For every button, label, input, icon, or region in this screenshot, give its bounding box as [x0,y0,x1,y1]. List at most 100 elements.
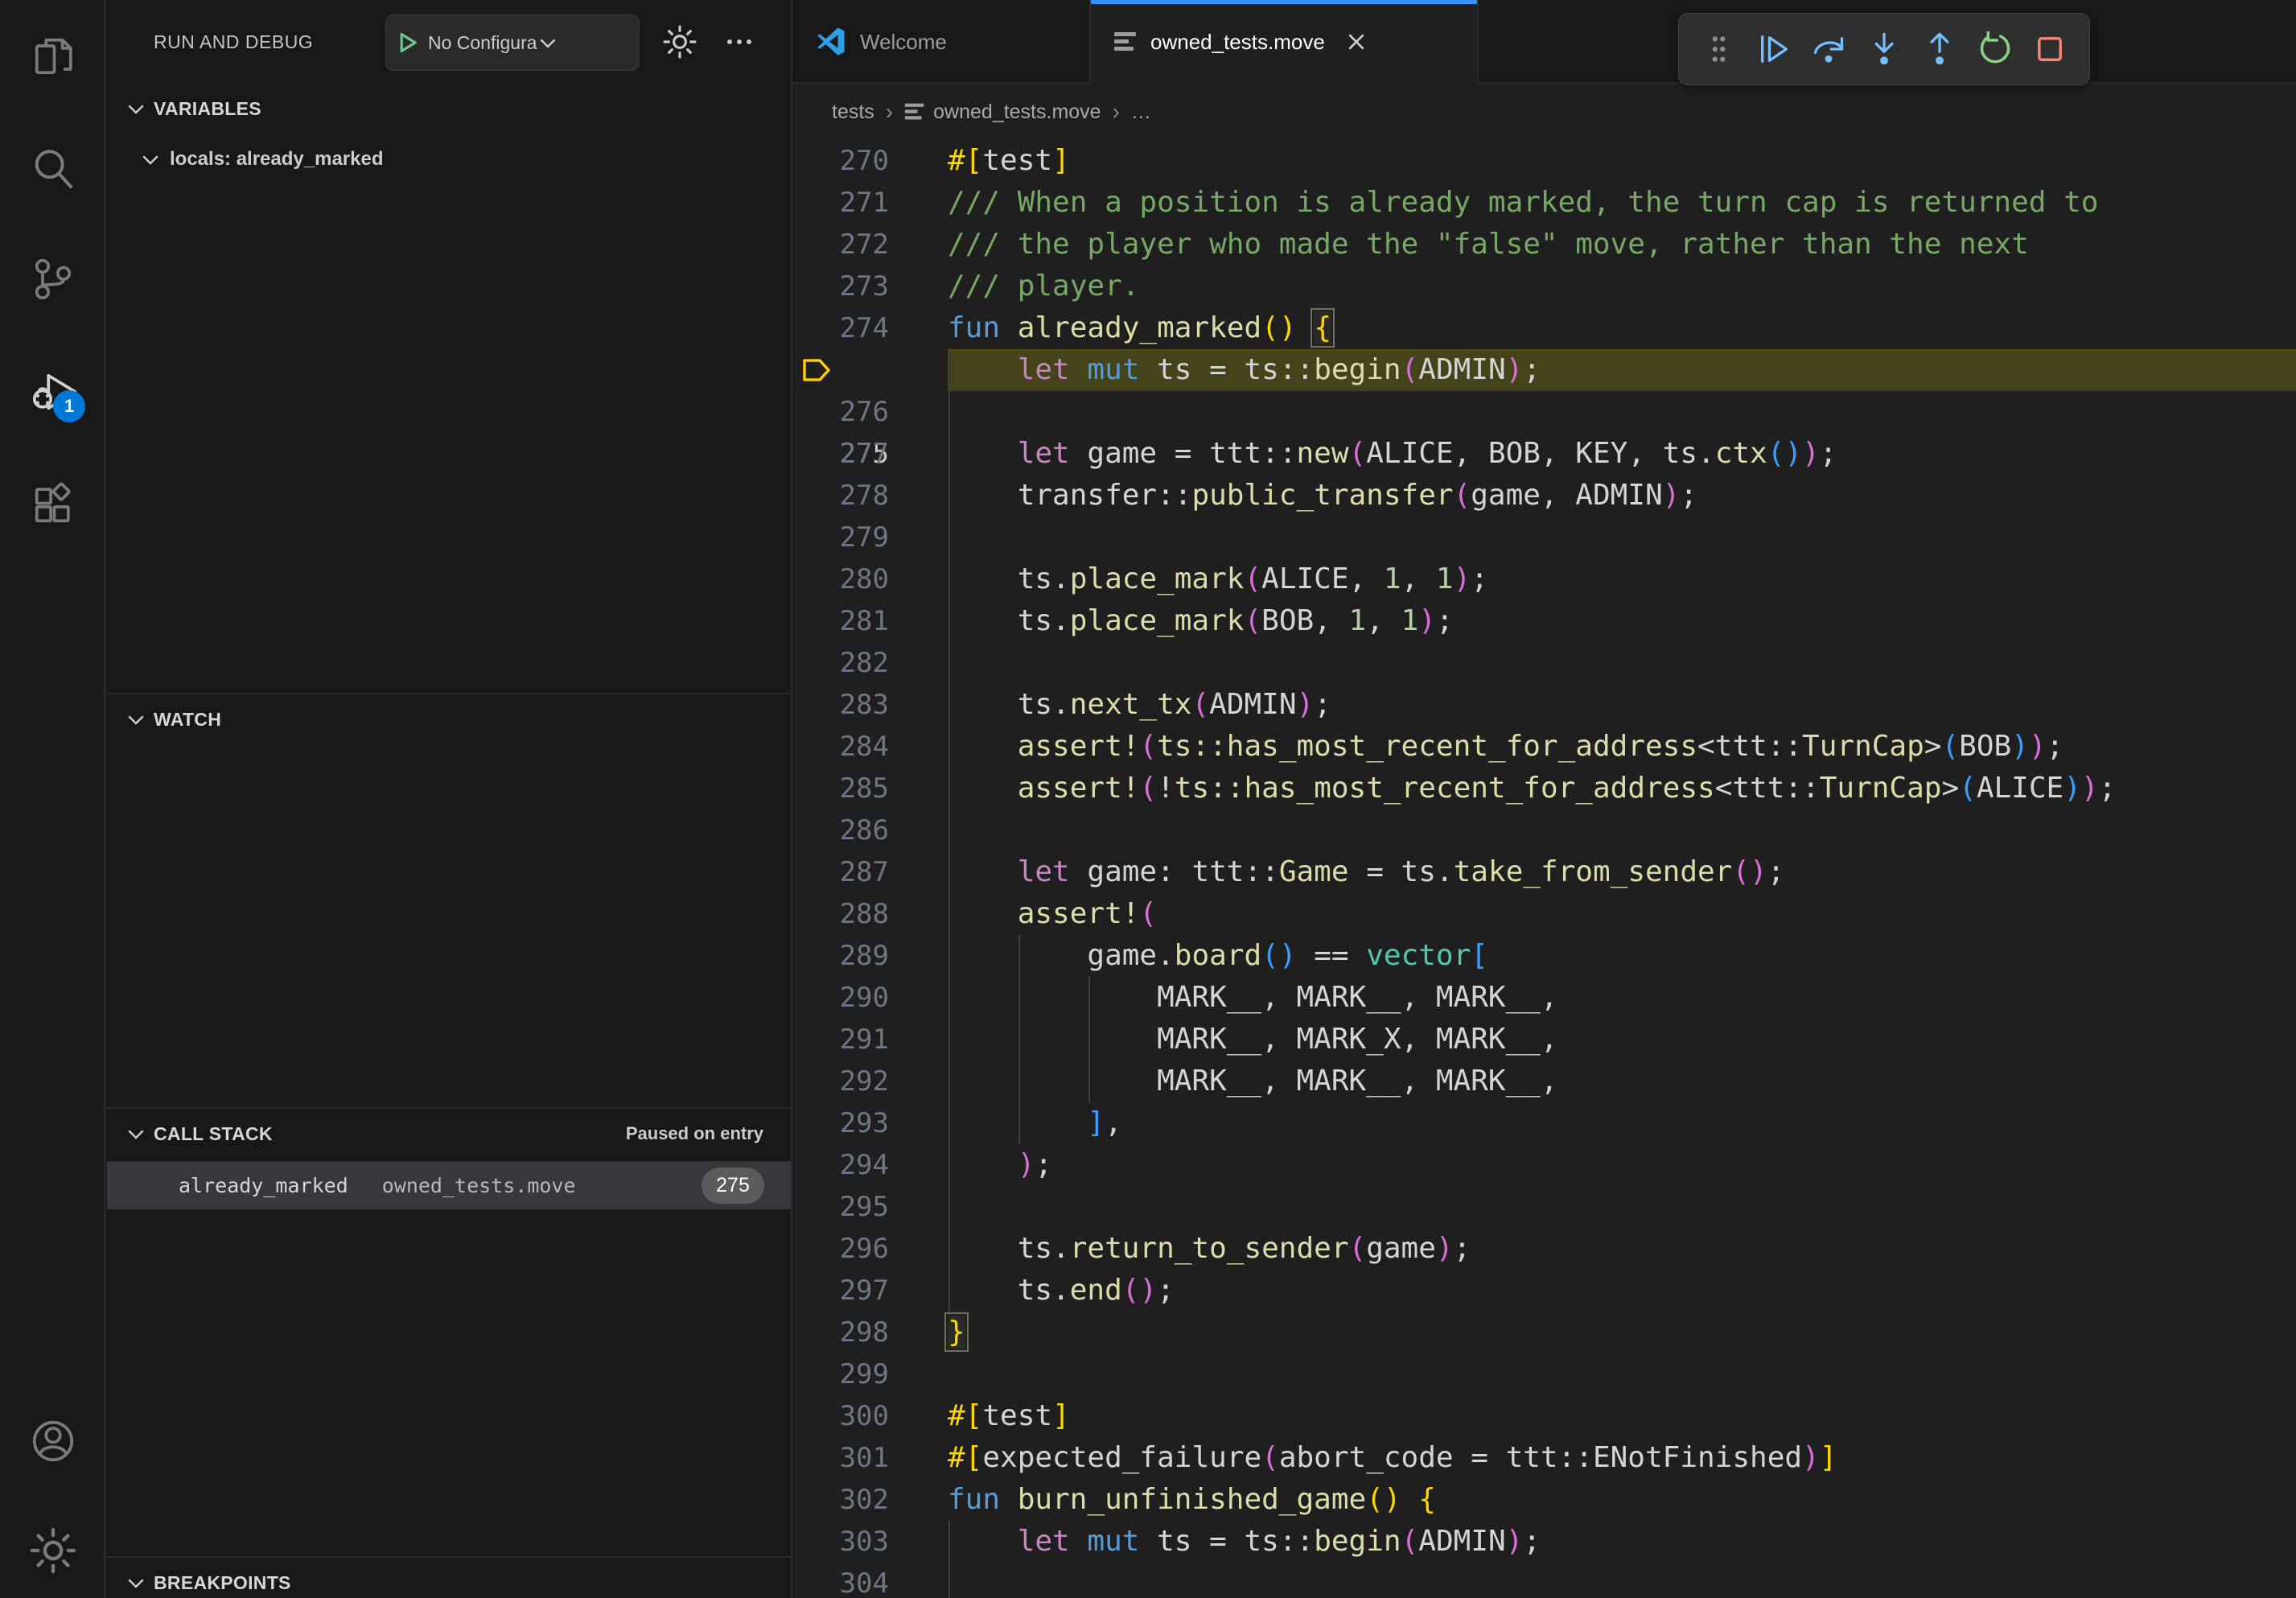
code-line-292[interactable]: 292 MARK__, MARK__, MARK__, [792,1061,2296,1102]
gutter[interactable]: 293 [792,1102,948,1144]
code-line-304[interactable]: 304 [792,1563,2296,1598]
code-line-285[interactable]: 285 assert!(!ts::has_most_recent_for_add… [792,768,2296,809]
code-line-300[interactable]: 300#[test] [792,1395,2296,1437]
gutter[interactable]: 296 [792,1228,948,1270]
account-icon[interactable] [29,1417,77,1465]
toolbar-drag-handle[interactable] [1693,24,1743,74]
code-line-289[interactable]: 289 game.board() == vector[ [792,935,2296,977]
explorer-icon[interactable] [29,32,77,80]
gutter[interactable]: 284 [792,726,948,768]
gutter[interactable]: 273 [792,266,948,307]
code-line-284[interactable]: 284 assert!(ts::has_most_recent_for_addr… [792,726,2296,768]
gutter[interactable]: 295 [792,1186,948,1228]
code-line-287[interactable]: 287 let game: ttt::Game = ts.take_from_s… [792,851,2296,893]
section-variables[interactable]: VARIABLES [107,84,791,134]
code-line-302[interactable]: 302fun burn_unfinished_game() { [792,1479,2296,1521]
gutter[interactable]: 270 [792,140,948,182]
gutter[interactable]: 298 [792,1312,948,1353]
section-watch[interactable]: WATCH [107,694,791,744]
restart-icon[interactable] [1969,24,2019,74]
gutter[interactable]: 297 [792,1270,948,1312]
code-line-290[interactable]: 290 MARK__, MARK__, MARK__, [792,977,2296,1019]
gutter[interactable]: 272 [792,224,948,266]
code-line-278[interactable]: 278 transfer::public_transfer(game, ADMI… [792,475,2296,517]
gutter[interactable]: 271 [792,182,948,224]
continue-icon[interactable] [1749,24,1799,74]
section-call-stack[interactable]: CALL STACK Paused on entry [107,1109,791,1159]
code-line-274[interactable]: 274fun already_marked() { [792,307,2296,349]
gutter[interactable]: 281 [792,600,948,642]
breadcrumb-item-tests[interactable]: tests [832,101,874,124]
gutter[interactable]: 283 [792,684,948,726]
gutter[interactable]: 276 [792,391,948,433]
gutter[interactable]: 286 [792,809,948,851]
code-line-297[interactable]: 297 ts.end(); [792,1270,2296,1312]
code-line-271[interactable]: 271/// When a position is already marked… [792,182,2296,224]
gutter[interactable]: 302 [792,1479,948,1521]
code-line-298[interactable]: 298} [792,1312,2296,1353]
section-breakpoints[interactable]: BREAKPOINTS [107,1558,791,1598]
code-line-291[interactable]: 291 MARK__, MARK_X, MARK__, [792,1019,2296,1061]
code-line-280[interactable]: 280 ts.place_mark(ALICE, 1, 1); [792,558,2296,600]
code-line-286[interactable]: 286 [792,809,2296,851]
stop-icon[interactable] [2025,24,2075,74]
debug-settings-gear-icon[interactable] [656,18,704,66]
code-line-282[interactable]: 282 [792,642,2296,684]
gutter[interactable]: 279 [792,517,948,558]
code-line-283[interactable]: 283 ts.next_tx(ADMIN); [792,684,2296,726]
close-icon[interactable] [1346,31,1367,52]
code-line-303[interactable]: 303 let mut ts = ts::begin(ADMIN); [792,1521,2296,1563]
search-icon[interactable] [29,145,77,193]
code-line-288[interactable]: 288 assert!( [792,893,2296,935]
code-line-270[interactable]: 270#[test] [792,140,2296,182]
code-line-273[interactable]: 273/// player. [792,266,2296,307]
tab-owned-tests-move[interactable]: owned_tests.move [1091,0,1479,84]
code-line-272[interactable]: 272/// the player who made the "false" m… [792,224,2296,266]
step-into-icon[interactable] [1859,24,1909,74]
gutter[interactable]: 282 [792,642,948,684]
tab-welcome[interactable]: Welcome [792,0,1091,84]
gutter[interactable]: 303 [792,1521,948,1563]
gutter[interactable]: 299 [792,1353,948,1395]
gutter[interactable]: 289 [792,935,948,977]
gutter[interactable]: 278 [792,475,948,517]
gutter[interactable]: 301 [792,1437,948,1479]
code-line-296[interactable]: 296 ts.return_to_sender(game); [792,1228,2296,1270]
run-and-debug-icon[interactable]: 1 [29,368,77,416]
debug-config-dropdown[interactable]: No Configura [385,14,640,71]
code-line-276[interactable]: 276 [792,391,2296,433]
gutter[interactable]: 280 [792,558,948,600]
step-over-icon[interactable] [1804,24,1854,74]
step-out-icon[interactable] [1915,24,1965,74]
gutter[interactable]: 290 [792,977,948,1019]
code-line-301[interactable]: 301#[expected_failure(abort_code = ttt::… [792,1437,2296,1479]
gutter[interactable]: 277 [792,433,948,475]
code-line-294[interactable]: 294 ); [792,1144,2296,1186]
locals-scope-row[interactable]: locals: already_marked [107,135,791,183]
code-line-299[interactable]: 299 [792,1353,2296,1395]
call-stack-frame-row[interactable]: already_marked owned_tests.move 275 [107,1161,791,1209]
start-debug-icon[interactable] [397,32,418,53]
gutter[interactable]: 288 [792,893,948,935]
settings-gear-icon[interactable] [29,1526,77,1575]
breadcrumb-item-file[interactable]: owned_tests.move [933,101,1101,124]
gutter[interactable]: 292 [792,1061,948,1102]
code-line-279[interactable]: 279 [792,517,2296,558]
more-actions-icon[interactable] [715,18,763,66]
code-line-281[interactable]: 281 ts.place_mark(BOB, 1, 1); [792,600,2296,642]
code-line-277[interactable]: 277 let game = ttt::new(ALICE, BOB, KEY,… [792,433,2296,475]
gutter[interactable]: 304 [792,1563,948,1598]
gutter[interactable]: 285 [792,768,948,809]
gutter[interactable]: 287 [792,851,948,893]
gutter[interactable]: 291 [792,1019,948,1061]
gutter[interactable]: 300 [792,1395,948,1437]
code-editor[interactable]: 270#[test]271/// When a position is alre… [792,140,2296,1598]
source-control-icon[interactable] [29,255,77,303]
breadcrumb-item-more[interactable]: … [1131,101,1151,124]
code-line-295[interactable]: 295 [792,1186,2296,1228]
gutter[interactable]: 274 [792,307,948,349]
code-line-293[interactable]: 293 ], [792,1102,2296,1144]
code-line-275[interactable]: 275 let mut ts = ts::begin(ADMIN); [792,349,2296,391]
gutter[interactable]: 275 [792,349,948,391]
extensions-icon[interactable] [29,480,77,529]
